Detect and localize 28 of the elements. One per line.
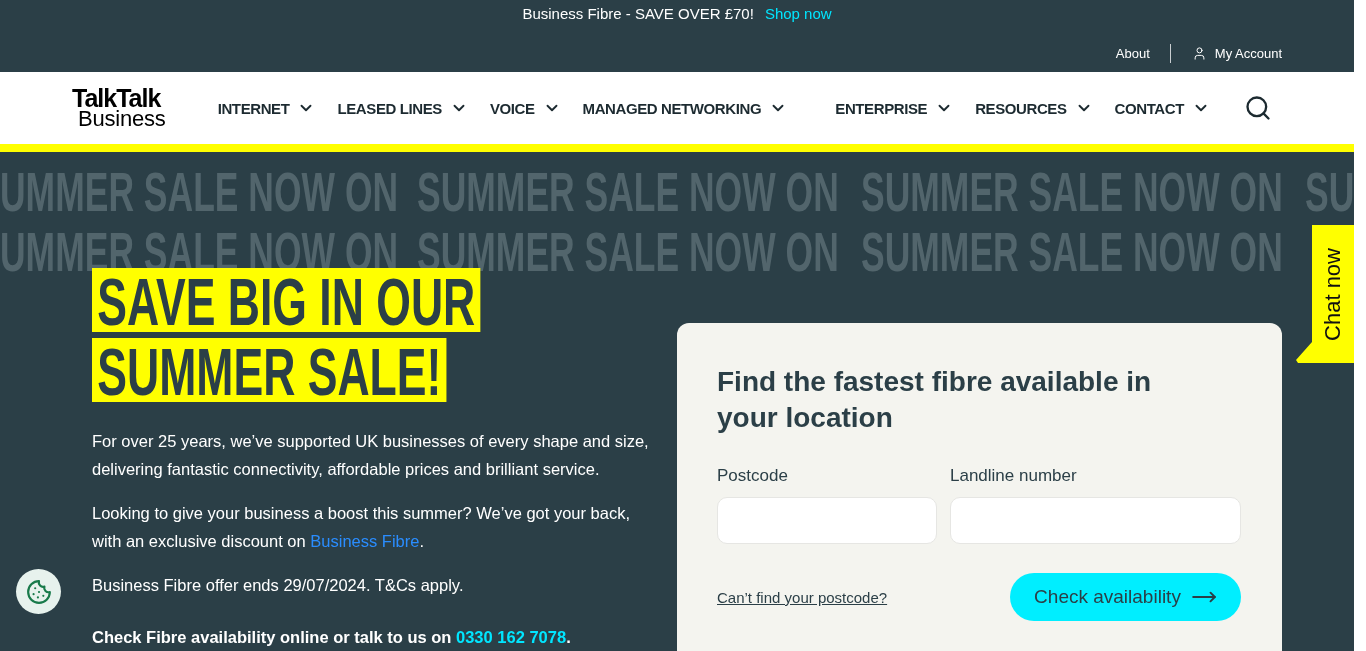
- help-link[interactable]: Can’t find your postcode?: [717, 588, 888, 606]
- check-availability-button[interactable]: Check availability: [1010, 573, 1241, 621]
- promo-text: Business Fibre - SAVE OVER £70!: [522, 5, 754, 22]
- nav-menu-item[interactable]: ENTERPRISE: [835, 99, 954, 117]
- search-icon[interactable]: [1244, 94, 1272, 122]
- about-link[interactable]: About: [1115, 45, 1150, 61]
- cookie-icon: [25, 578, 52, 605]
- body-paragraph: Business Fibre offer ends 29/07/2024. T&Cs apply.: [92, 575, 465, 596]
- card-title: Find the fastest fibre available in your location: [717, 365, 1153, 435]
- phone-number-link[interactable]: 0330 162 7078: [456, 628, 567, 646]
- call-to-action-text: Check Fibre availability online or talk to us on 0330 162 7078.: [92, 627, 572, 648]
- nav-menu-item[interactable]: INTERNET: [217, 99, 316, 117]
- nav-menu-item[interactable]: RESOURCES: [975, 99, 1093, 117]
- nav-menu-item[interactable]: MANAGED NETWORKING: [582, 99, 788, 117]
- input-field[interactable]: [950, 497, 1241, 544]
- shop-now-link[interactable]: Shop now: [764, 5, 832, 22]
- field-label: Landline number: [950, 465, 1078, 487]
- logo[interactable]: TalkTalk Business: [72, 87, 166, 129]
- user-icon: [1191, 45, 1207, 61]
- nav-menu-item[interactable]: LEASED LINES: [337, 99, 468, 117]
- nav-menu-item[interactable]: VOICE: [489, 99, 561, 117]
- headline-text: SUMMER SALE!: [92, 338, 447, 402]
- body-paragraph: Looking to give your business a boost this summer? We’ve got your back, with an exclusive discount on Business Fibre.: [92, 503, 632, 552]
- nav-menu-item[interactable]: CONTACT: [1114, 99, 1210, 117]
- field-label: Postcode: [717, 465, 789, 487]
- my-account-link[interactable]: My Account: [1191, 45, 1282, 61]
- body-paragraph: For over 25 years, we’ve supported UK businesses of every shape and size, delivering fantastic connectivity, affordable prices and brilliant service.: [92, 431, 650, 480]
- input-field[interactable]: [717, 497, 937, 544]
